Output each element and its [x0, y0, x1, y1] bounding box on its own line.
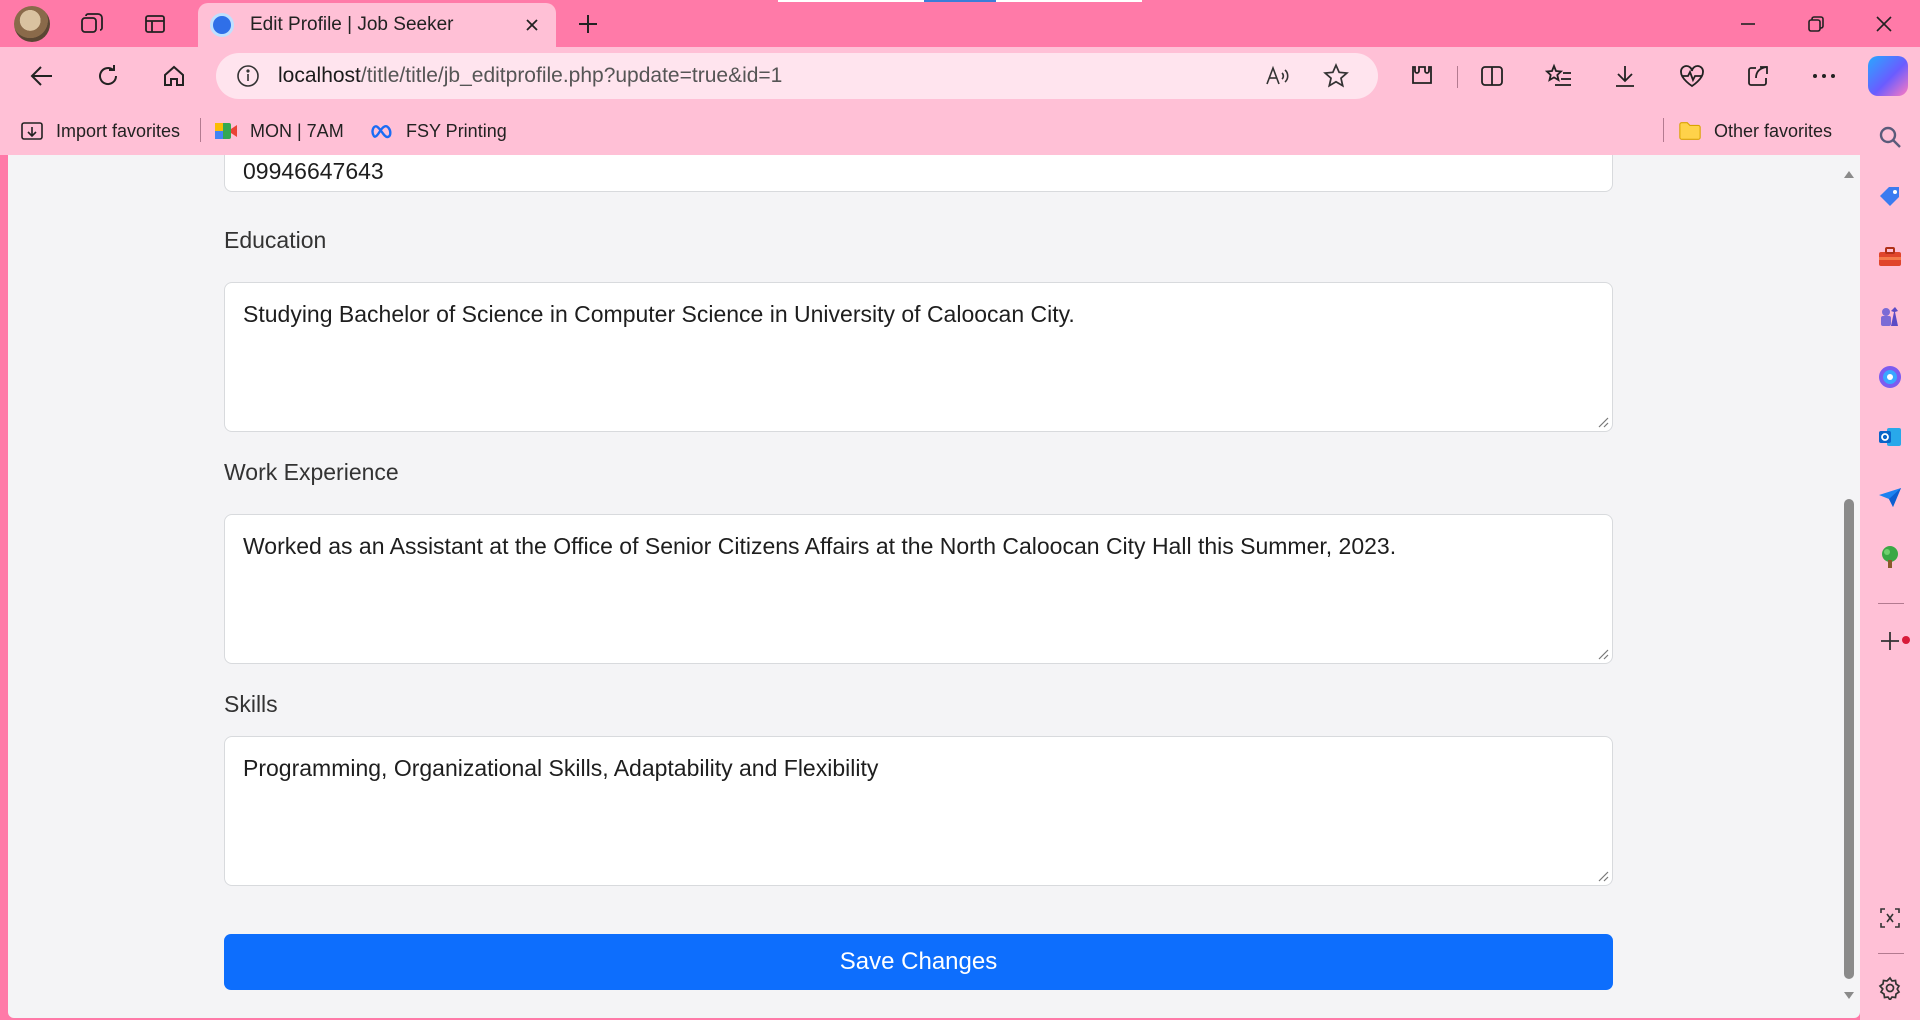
shopping-icon[interactable]: [1870, 177, 1910, 217]
other-favorites-folder[interactable]: Other favorites: [1678, 116, 1832, 146]
favorite-mon-7am[interactable]: MON | 7AM: [214, 116, 344, 146]
notification-dot: [1902, 636, 1910, 644]
more-icon[interactable]: [1802, 56, 1846, 96]
drag-region-indicator: [778, 0, 924, 2]
plus-icon[interactable]: [568, 4, 608, 44]
favorites-icon[interactable]: [1537, 56, 1581, 96]
scroll-up-icon[interactable]: [1843, 169, 1855, 179]
active-tab[interactable]: Edit Profile | Job Seeker: [198, 3, 556, 47]
skills-textarea[interactable]: Programming, Organizational Skills, Adap…: [224, 736, 1613, 886]
split-screen-icon[interactable]: [1470, 56, 1514, 96]
star-icon[interactable]: [1316, 56, 1356, 96]
favorite-fsy-printing-label: FSY Printing: [406, 120, 507, 141]
games-icon[interactable]: [1870, 297, 1910, 337]
refresh-icon[interactable]: [86, 56, 130, 96]
contact-number-field[interactable]: 09946647643: [224, 155, 1613, 192]
read-aloud-icon[interactable]: [1258, 56, 1298, 96]
import-favorites-label: Import favorites: [56, 120, 181, 141]
tools-icon[interactable]: [1870, 237, 1910, 277]
contact-number-value: 09946647643: [243, 158, 384, 184]
copilot-app-icon[interactable]: [1870, 357, 1910, 397]
meet-icon: [214, 119, 238, 143]
screenshot-icon[interactable]: [1870, 898, 1910, 938]
education-textarea[interactable]: Studying Bachelor of Science in Computer…: [224, 282, 1613, 432]
skills-value: Programming, Organizational Skills, Adap…: [243, 755, 879, 781]
site-favicon-icon: [210, 13, 234, 37]
education-label: Education: [224, 227, 327, 253]
workspaces-icon[interactable]: [72, 4, 112, 44]
url-host: localhost: [278, 64, 361, 87]
info-icon[interactable]: [236, 64, 260, 88]
work-experience-textarea[interactable]: Worked as an Assistant at the Office of …: [224, 514, 1613, 664]
page-scrollbar[interactable]: [1838, 155, 1860, 1018]
other-favorites-label: Other favorites: [1714, 120, 1833, 141]
page-viewport: 09946647643 Education Studying Bachelor …: [8, 155, 1860, 1018]
share-icon[interactable]: [1736, 56, 1780, 96]
restore-icon[interactable]: [1786, 4, 1846, 44]
window-close-icon[interactable]: [1854, 4, 1914, 44]
sidebar-separator: [1878, 603, 1904, 604]
work-experience-value: Worked as an Assistant at the Office of …: [243, 533, 1397, 559]
copilot-icon[interactable]: [1868, 56, 1908, 96]
close-icon[interactable]: [520, 13, 544, 37]
profile-avatar[interactable]: [14, 6, 50, 42]
tree-icon[interactable]: [1870, 537, 1910, 577]
settings-icon[interactable]: [1870, 968, 1910, 1008]
favorites-separator: [1663, 118, 1664, 142]
import-icon: [20, 119, 44, 143]
favorites-bar: Import favorites MON | 7AM FSY Printing …: [0, 106, 1860, 155]
scrollbar-thumb[interactable]: [1844, 499, 1854, 979]
download-icon[interactable]: [1603, 56, 1647, 96]
work-experience-label: Work Experience: [224, 459, 399, 485]
drag-region-indicator: [924, 0, 996, 2]
tab-title: Edit Profile | Job Seeker: [250, 14, 454, 35]
save-changes-button[interactable]: Save Changes: [224, 934, 1613, 990]
home-icon[interactable]: [152, 56, 196, 96]
sidebar-separator: [1878, 953, 1904, 954]
skills-label: Skills: [224, 691, 278, 717]
search-icon[interactable]: [1870, 117, 1910, 157]
drag-region-indicator: [996, 0, 1142, 2]
scroll-down-icon[interactable]: [1843, 991, 1855, 1001]
extensions-icon[interactable]: [1400, 56, 1444, 96]
favorite-fsy-printing[interactable]: FSY Printing: [370, 116, 507, 146]
meta-icon: [370, 119, 394, 143]
browser-toolbar: localhost/title/title/jb_editprofile.php…: [0, 47, 1920, 106]
minimize-icon[interactable]: [1718, 4, 1778, 44]
send-icon[interactable]: [1870, 477, 1910, 517]
resize-handle-icon[interactable]: [1597, 416, 1609, 428]
browser-essentials-icon[interactable]: [1670, 56, 1714, 96]
outlook-icon[interactable]: [1870, 417, 1910, 457]
resize-handle-icon[interactable]: [1597, 870, 1609, 882]
back-icon[interactable]: [20, 56, 64, 96]
resize-handle-icon[interactable]: [1597, 648, 1609, 660]
url-text[interactable]: localhost/title/title/jb_editprofile.php…: [278, 64, 782, 88]
favorites-separator: [200, 118, 201, 142]
title-bar: Edit Profile | Job Seeker: [0, 0, 1920, 47]
edge-sidebar: [1860, 106, 1920, 1020]
import-favorites-link[interactable]: Import favorites: [20, 116, 180, 146]
tab-actions-icon[interactable]: [135, 4, 175, 44]
favorite-mon-7am-label: MON | 7AM: [250, 120, 344, 141]
folder-icon: [1678, 119, 1702, 143]
url-path: /title/title/jb_editprofile.php?update=t…: [360, 64, 783, 87]
education-value: Studying Bachelor of Science in Computer…: [243, 301, 1075, 327]
address-bar[interactable]: localhost/title/title/jb_editprofile.php…: [216, 53, 1378, 99]
toolbar-separator: [1457, 66, 1458, 88]
